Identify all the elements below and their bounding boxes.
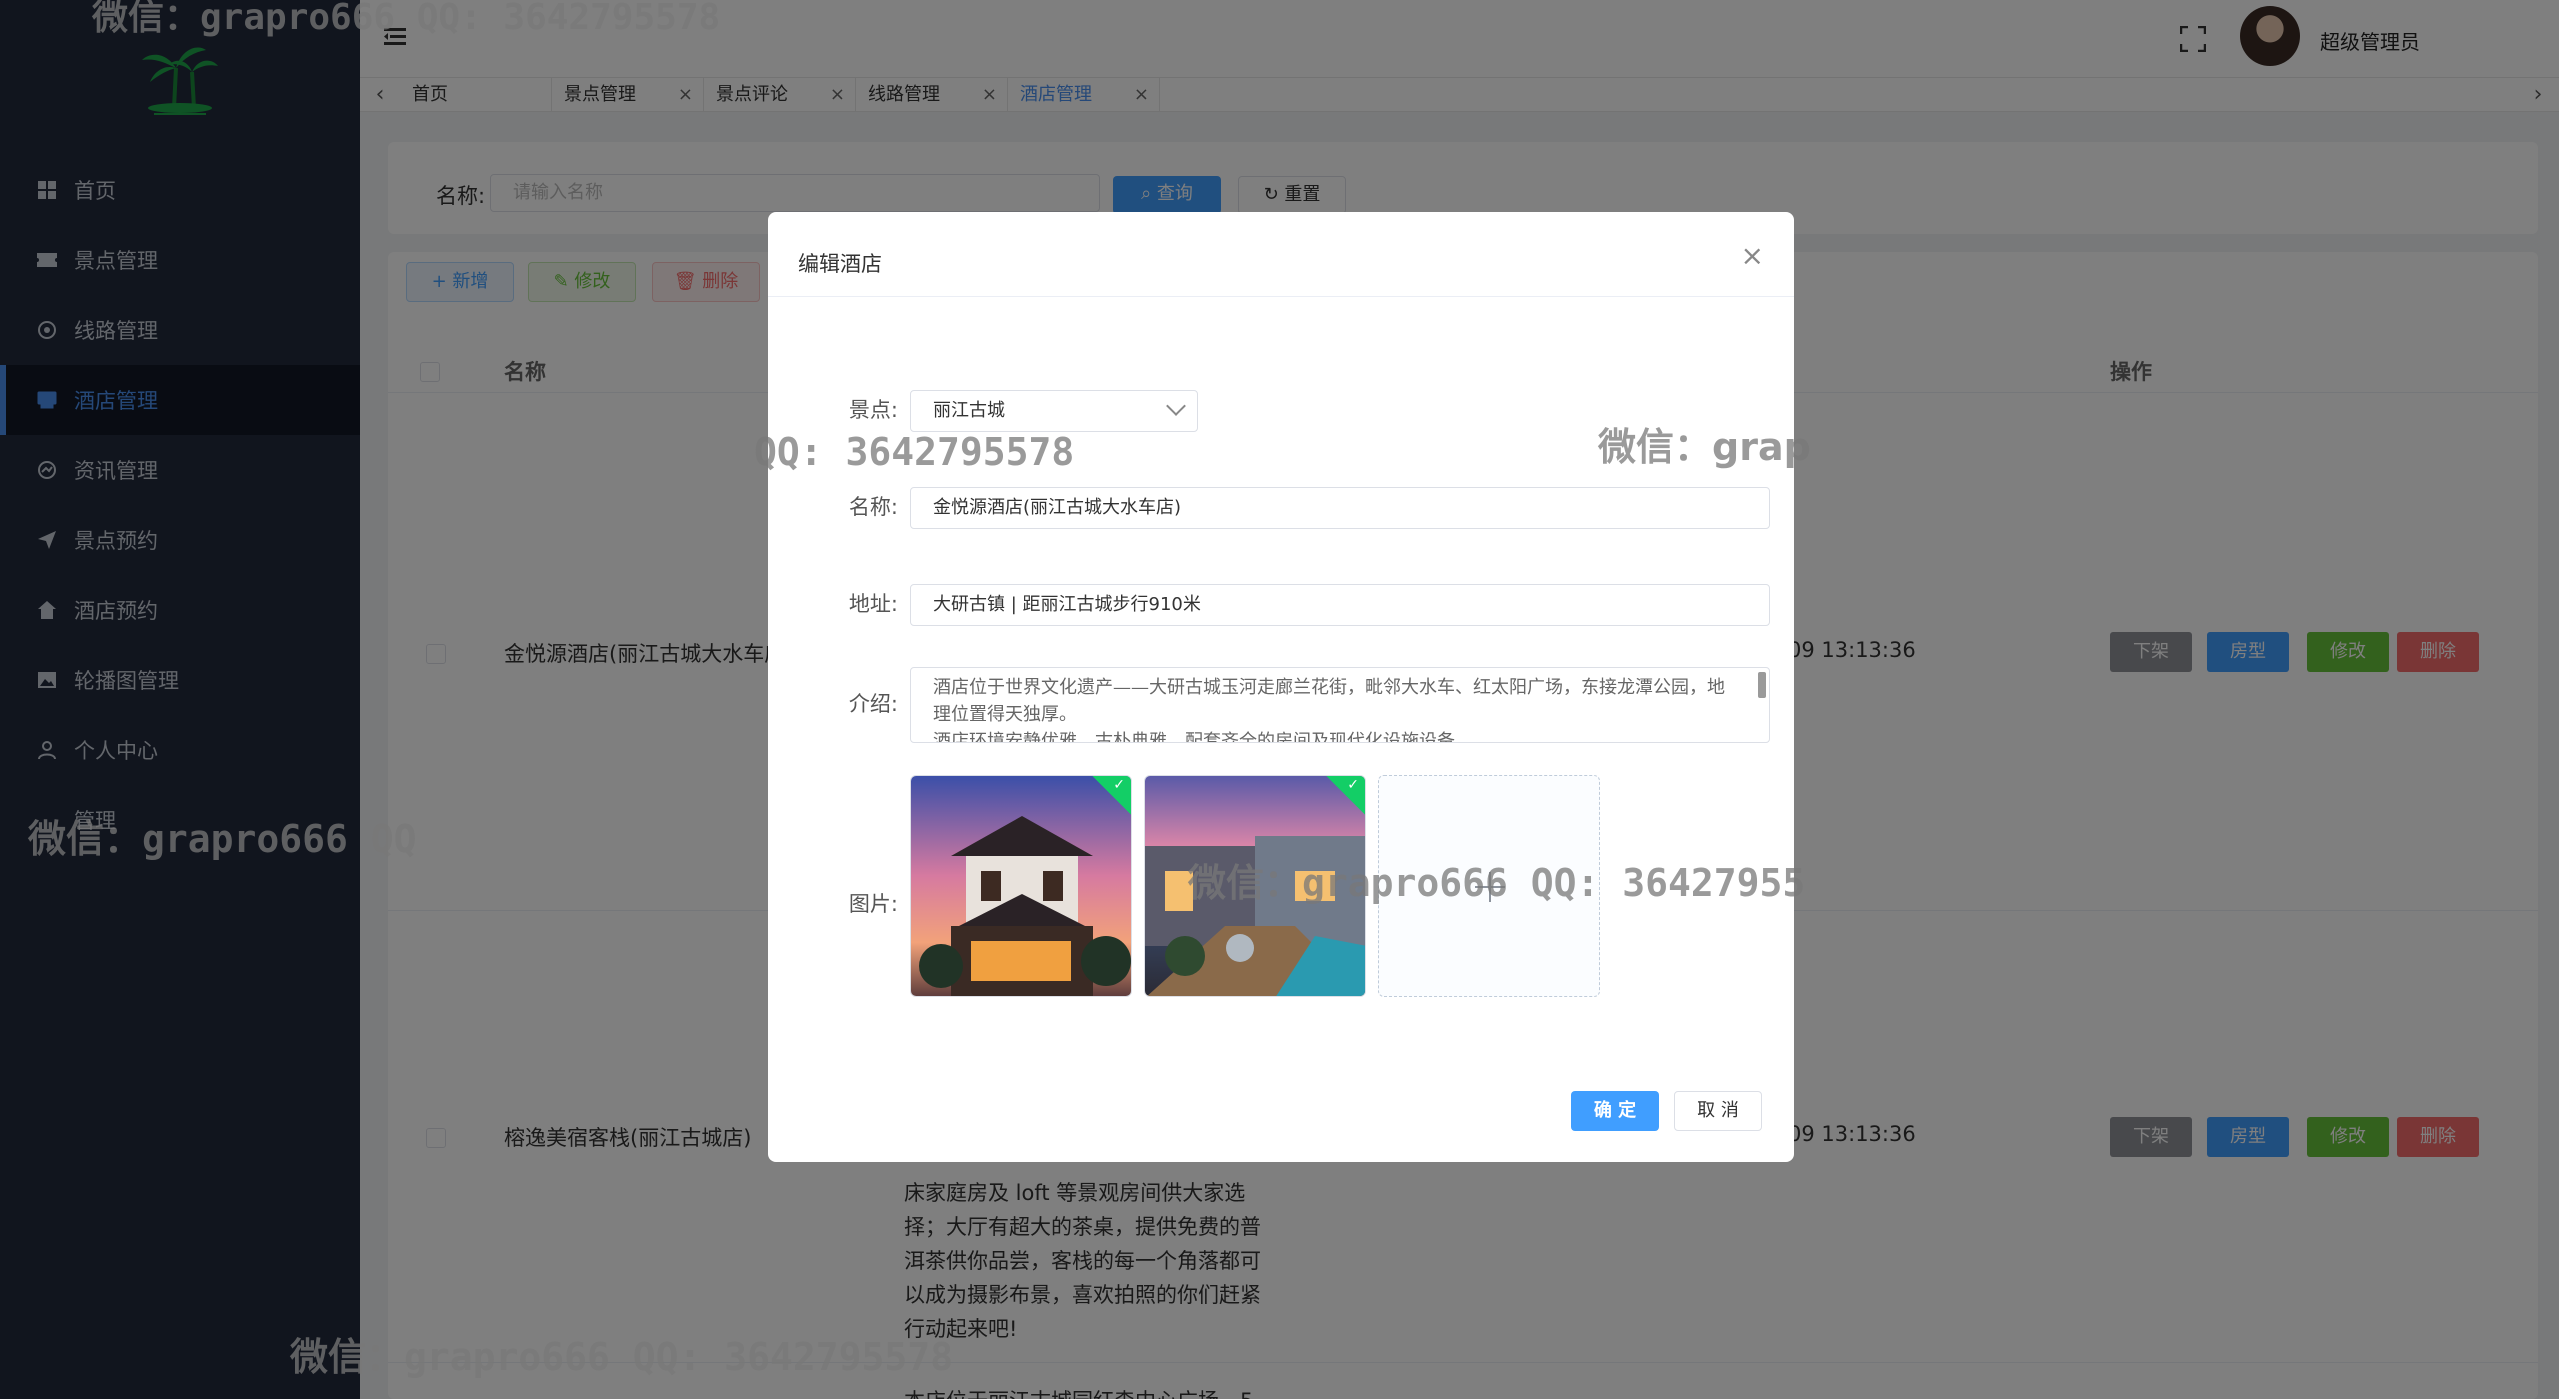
dialog-divider (768, 296, 1794, 297)
scenic-label: 景点: (848, 398, 898, 422)
watermark: 微信：grap (1598, 425, 1811, 469)
watermark: 微信：grapro666 QQ: 36427955 (1188, 861, 1806, 905)
name-label: 名称: (848, 495, 898, 519)
intro-label: 介绍: (848, 692, 898, 716)
intro-text-line: 酒店位于世界文化遗产——大研古城玉河走廊兰花街，毗邻大水车、红太阳广场，东接龙潭… (933, 677, 1725, 698)
close-icon[interactable]: × (1741, 242, 1764, 270)
check-icon: ✓ (1347, 777, 1359, 793)
confirm-button[interactable]: 确 定 (1571, 1091, 1659, 1131)
scrollbar-thumb[interactable] (1758, 672, 1766, 698)
intro-textarea[interactable]: 酒店位于世界文化遗产——大研古城玉河走廊兰花街，毗邻大水车、红太阳广场，东接龙潭… (910, 667, 1770, 743)
images-label: 图片: (848, 892, 898, 916)
intro-text-line: 理位置得天独厚。 (933, 704, 1077, 725)
watermark: QQ: 3642795578 (754, 430, 1075, 474)
scenic-select-value: 丽江古城 (933, 400, 1005, 421)
watermark: 微信：grapro666 QQ: 3642795578 (290, 1335, 954, 1379)
check-icon: ✓ (1113, 777, 1125, 793)
watermark: 微信：grapro666 QQ (28, 817, 417, 861)
edit-hotel-dialog: 编辑酒店 × 景点: 丽江古城 名称: 金悦源酒店(丽江古城大水车店) 地址: … (754, 212, 1811, 1162)
name-field[interactable]: 金悦源酒店(丽江古城大水车店) (910, 487, 1770, 529)
dialog-title: 编辑酒店 (798, 252, 882, 276)
scenic-select[interactable]: 丽江古城 (910, 390, 1198, 432)
address-field[interactable]: 大研古镇 | 距丽江古城步行910米 (910, 584, 1770, 626)
address-label: 地址: (848, 592, 898, 616)
chevron-down-icon (1166, 396, 1186, 416)
cancel-button[interactable]: 取 消 (1674, 1091, 1762, 1131)
watermark: 微信：grapro666 QQ: 3642795578 (92, 0, 721, 38)
uploaded-image-1[interactable]: ✓ (910, 775, 1132, 997)
textarea-scrollbar[interactable] (1757, 670, 1767, 740)
intro-text-line: 酒店环境安静优雅，古朴典雅，配套齐全的房间及现代化设施设备… (933, 731, 1473, 743)
